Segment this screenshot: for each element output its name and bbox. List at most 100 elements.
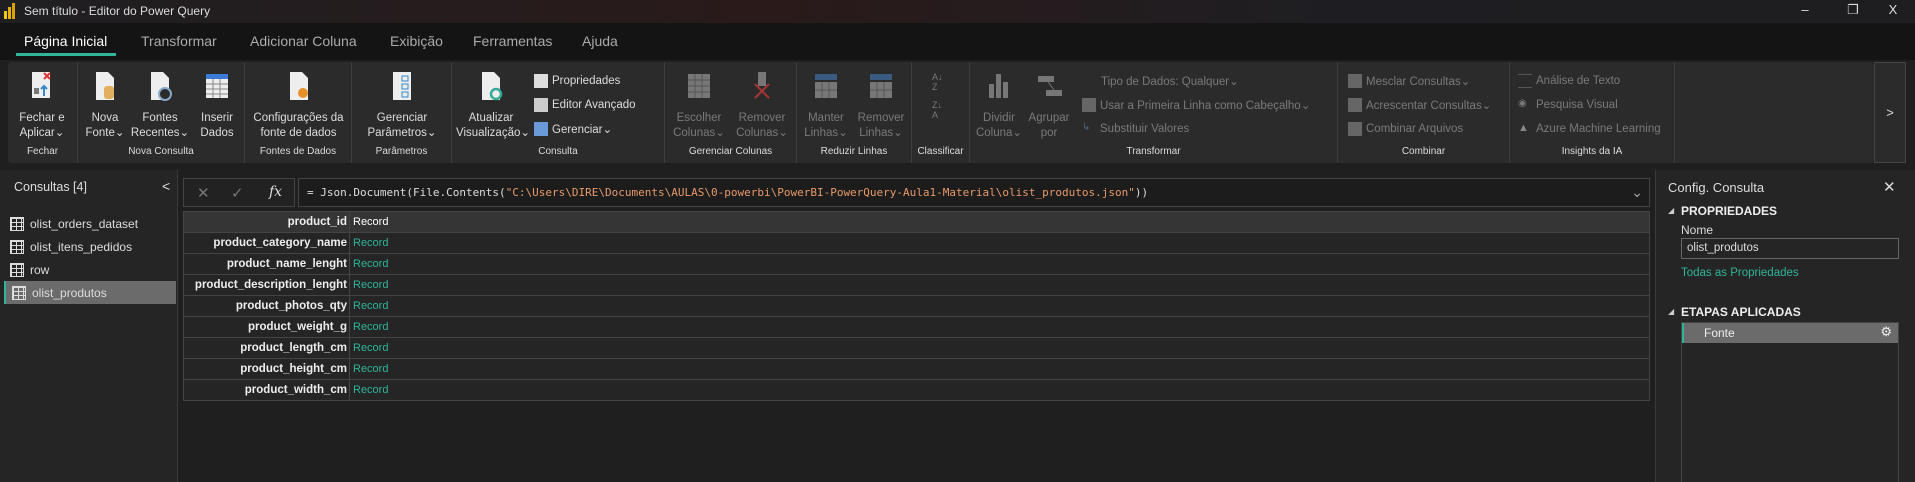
config-fonte-button[interactable]: Configurações da fonte de dados <box>247 70 350 141</box>
remove-rows-icon <box>870 74 892 98</box>
editor-avancado-button[interactable]: Editor Avançado <box>534 98 636 112</box>
close-window-button[interactable]: X <box>1873 2 1913 20</box>
active-tab-indicator <box>16 53 116 56</box>
remover-linhas-button[interactable]: Remover Linhas⌄ <box>853 70 909 141</box>
mesclar-consultas-button[interactable]: Mesclar Consultas⌄ <box>1348 74 1470 88</box>
gear-icon[interactable]: ⚙ <box>1880 324 1892 340</box>
atualizar-visualizacao-button[interactable]: Atualizar Visualização⌄ <box>456 70 530 141</box>
table-icon <box>10 239 24 254</box>
restore-button[interactable]: ❐ <box>1833 2 1873 20</box>
group-reduzir-linhas: Manter Linhas⌄ Remover Linhas⌄ Reduzir Lin… <box>797 62 912 163</box>
query-item-selected[interactable]: olist_produtos <box>4 281 176 304</box>
manter-linhas-button[interactable]: Manter Linhas⌄ <box>799 70 853 141</box>
record-link[interactable]: Record <box>350 380 388 400</box>
expand-formula-button[interactable]: ⌄ <box>1631 184 1643 201</box>
record-link[interactable]: Record <box>350 233 388 253</box>
label: Análise de Texto <box>1536 75 1621 87</box>
manage-icon <box>534 122 548 136</box>
acrescentar-consultas-button[interactable]: Acrescentar Consultas⌄ <box>1348 98 1491 112</box>
label: row <box>30 262 50 277</box>
group-consulta: Atualizar Visualização⌄ Propriedades Edit… <box>452 62 665 163</box>
close-settings-button[interactable]: ✕ <box>1883 178 1896 196</box>
ribbon-scroll-right-button[interactable]: > <box>1874 62 1906 163</box>
group-label: Nova Consulta <box>128 146 194 157</box>
label: Recentes⌄ <box>130 127 190 139</box>
advanced-editor-icon <box>534 98 548 112</box>
record-link[interactable]: Record <box>350 317 388 337</box>
fontes-recentes-button[interactable]: Fontes Recentes⌄ <box>130 70 190 141</box>
fechar-aplicar-button[interactable]: Fechar e Aplicar⌄ <box>12 70 72 141</box>
tab-ferramentas[interactable]: Ferramentas <box>473 33 552 49</box>
formula-input[interactable]: = Json.Document(File.Contents("C:\Users\… <box>298 178 1650 207</box>
table-row: product_category_name Record <box>184 233 1649 254</box>
collapse-triangle-icon[interactable]: ◢ <box>1668 206 1674 215</box>
escolher-colunas-button[interactable]: Escolher Colunas⌄ <box>669 70 729 141</box>
gerenciar-parametros-button[interactable]: Gerenciar Parâmetros⌄ <box>357 70 447 141</box>
combinar-arquivos-button[interactable]: Combinar Arquivos <box>1348 122 1463 136</box>
collapse-queries-button[interactable]: < <box>162 178 170 194</box>
all-properties-link[interactable]: Todas as Propriedades <box>1681 267 1799 279</box>
tab-pagina-inicial[interactable]: Página Inicial <box>24 33 107 49</box>
properties-header: PROPRIEDADES <box>1681 204 1778 218</box>
minimize-button[interactable]: – <box>1785 2 1825 20</box>
label: olist_orders_dataset <box>30 216 139 231</box>
record-link[interactable]: Record <box>350 359 388 379</box>
header-row-icon <box>1082 98 1096 112</box>
properties-icon <box>534 74 548 88</box>
query-item[interactable]: olist_itens_pedidos <box>4 235 176 258</box>
agrupar-por-button[interactable]: Agrupar por <box>1024 70 1074 141</box>
table-icon <box>10 262 24 277</box>
inserir-dados-button[interactable]: Inserir Dados <box>194 70 240 141</box>
tab-ajuda[interactable]: Ajuda <box>582 33 618 49</box>
collapse-triangle-icon[interactable]: ◢ <box>1668 307 1674 316</box>
record-grid: product_id Record product_category_name Rec… <box>183 211 1650 401</box>
record-link[interactable]: Record <box>350 254 388 274</box>
group-nova-consulta: Nova Fonte⌄ Fontes Recentes⌄ Inserir Dados … <box>78 62 245 163</box>
record-link[interactable]: Record <box>350 275 388 295</box>
step-item[interactable]: Fonte ⚙ <box>1682 323 1898 343</box>
keep-rows-icon <box>815 74 837 98</box>
choose-columns-icon <box>688 74 710 98</box>
queries-panel: Consultas [4] < olist_orders_dataset oli… <box>0 170 178 482</box>
tab-transformar[interactable]: Transformar <box>141 33 217 49</box>
tipo-dados-dropdown[interactable]: Tipo de Dados: Qualquer⌄ <box>1101 74 1239 88</box>
group-by-icon <box>1038 76 1062 96</box>
dividir-coluna-button[interactable]: Dividir Coluna⌄ <box>974 70 1024 141</box>
nova-fonte-button[interactable]: Nova Fonte⌄ <box>82 70 128 141</box>
propriedades-button[interactable]: Propriedades <box>534 74 620 88</box>
group-label: Parâmetros <box>375 146 428 157</box>
confirm-formula-button[interactable]: ✓ <box>231 184 244 202</box>
analise-texto-button[interactable]: Análise de Texto <box>1518 74 1620 88</box>
data-source-settings-icon <box>289 72 308 100</box>
record-link[interactable]: Record <box>350 296 388 316</box>
query-item[interactable]: olist_orders_dataset <box>4 212 176 235</box>
tab-exibicao[interactable]: Exibição <box>390 33 443 49</box>
table-icon <box>206 74 228 98</box>
pesquisa-visual-button[interactable]: ◉ Pesquisa Visual <box>1518 98 1618 112</box>
gerenciar-button[interactable]: Gerenciar⌄ <box>534 122 612 136</box>
sort-ascending-button[interactable]: A↓ Z <box>932 72 943 92</box>
azure-ml-button[interactable]: ▲ Azure Machine Learning <box>1518 122 1661 136</box>
remover-colunas-button[interactable]: Remover Colunas⌄ <box>731 70 793 141</box>
tab-adicionar-coluna[interactable]: Adicionar Coluna <box>250 33 357 49</box>
fx-button[interactable]: fx <box>269 184 282 200</box>
cancel-formula-button[interactable]: ✕ <box>197 184 210 202</box>
sort-ascending-icon: A↓ Z <box>932 72 943 92</box>
label: Azure Machine Learning <box>1536 123 1661 135</box>
label: Dados <box>200 127 234 139</box>
query-item[interactable]: row <box>4 258 176 281</box>
text-analytics-icon <box>1518 74 1532 88</box>
label: Linhas⌄ <box>804 127 848 139</box>
substituir-valores-button[interactable]: ↳ Substituir Valores <box>1082 122 1189 136</box>
field-name: product_category_name <box>184 233 350 253</box>
primeira-linha-cabecalho-button[interactable]: Usar a Primeira Linha como Cabeçalho⌄ <box>1082 98 1310 112</box>
applied-steps-list: Fonte ⚙ <box>1681 322 1899 482</box>
group-classificar: A↓ Z Z↓ A Classificar <box>912 62 970 163</box>
record-link[interactable]: Record <box>350 212 388 232</box>
record-link[interactable]: Record <box>350 338 388 358</box>
field-name: product_width_cm <box>184 380 350 400</box>
query-name-input[interactable]: olist_produtos <box>1681 238 1899 259</box>
sort-descending-button[interactable]: Z↓ A <box>932 100 942 120</box>
label: fonte de dados <box>260 127 337 139</box>
sort-descending-icon: Z↓ A <box>932 100 942 120</box>
